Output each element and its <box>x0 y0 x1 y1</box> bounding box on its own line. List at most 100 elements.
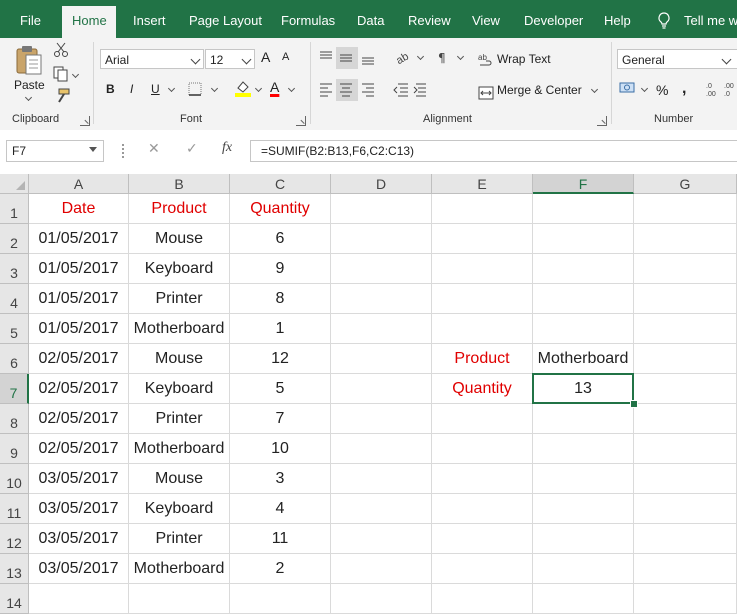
cell-f8[interactable] <box>533 404 634 434</box>
cell-b5[interactable]: Motherboard <box>129 314 230 344</box>
cell-c3[interactable]: 9 <box>230 254 331 284</box>
row-header-13[interactable]: 13 <box>0 554 29 584</box>
cell-d2[interactable] <box>331 224 432 254</box>
cell-d7[interactable] <box>331 374 432 404</box>
merge-center-button[interactable]: Merge & Center <box>497 83 582 97</box>
tab-view[interactable]: View <box>472 6 500 38</box>
cell-b14[interactable] <box>129 584 230 614</box>
cell-b13[interactable]: Motherboard <box>129 554 230 584</box>
cell-b11[interactable]: Keyboard <box>129 494 230 524</box>
underline-dropdown-icon[interactable] <box>167 84 176 93</box>
grow-font-button[interactable]: A <box>261 49 270 65</box>
cell-g1[interactable] <box>634 194 737 224</box>
resize-handle[interactable] <box>122 144 124 160</box>
cell-a7[interactable]: 02/05/2017 <box>29 374 129 404</box>
cell-c14[interactable] <box>230 584 331 614</box>
cell-g3[interactable] <box>634 254 737 284</box>
borders-dropdown-icon[interactable] <box>210 84 219 93</box>
column-header-e[interactable]: E <box>432 174 533 194</box>
cell-a12[interactable]: 03/05/2017 <box>29 524 129 554</box>
accounting-format-icon[interactable] <box>619 80 637 96</box>
cell-g12[interactable] <box>634 524 737 554</box>
cell-f1[interactable] <box>533 194 634 224</box>
cell-e10[interactable] <box>432 464 533 494</box>
column-header-g[interactable]: G <box>634 174 737 194</box>
wrap-text-button[interactable]: Wrap Text <box>497 52 551 66</box>
cell-f14[interactable] <box>533 584 634 614</box>
chevron-down-icon[interactable] <box>721 54 732 65</box>
cell-c6[interactable]: 12 <box>230 344 331 374</box>
cell-g10[interactable] <box>634 464 737 494</box>
italic-button[interactable]: I <box>130 82 133 96</box>
format-painter-icon[interactable] <box>53 88 71 104</box>
tab-insert[interactable]: Insert <box>133 6 166 38</box>
select-all-button[interactable] <box>0 174 29 194</box>
cell-c8[interactable]: 7 <box>230 404 331 434</box>
row-header-6[interactable]: 6 <box>0 344 29 374</box>
cell-d6[interactable] <box>331 344 432 374</box>
column-header-c[interactable]: C <box>230 174 331 194</box>
tab-data[interactable]: Data <box>357 6 384 38</box>
cell-e4[interactable] <box>432 284 533 314</box>
chevron-down-icon[interactable] <box>190 54 201 65</box>
cell-a5[interactable]: 01/05/2017 <box>29 314 129 344</box>
copy-dropdown-icon[interactable] <box>71 70 80 79</box>
row-header-8[interactable]: 8 <box>0 404 29 434</box>
insert-function-icon[interactable]: fx <box>222 140 232 156</box>
cell-c10[interactable]: 3 <box>230 464 331 494</box>
cell-a1[interactable]: Date <box>29 194 129 224</box>
column-header-a[interactable]: A <box>29 174 129 194</box>
cell-c2[interactable]: 6 <box>230 224 331 254</box>
bold-button[interactable]: B <box>106 82 115 96</box>
cell-f7[interactable]: 13 <box>533 374 634 404</box>
row-header-12[interactable]: 12 <box>0 524 29 554</box>
merge-center-icon[interactable] <box>478 86 494 100</box>
tab-formulas[interactable]: Formulas <box>281 6 335 38</box>
cell-b10[interactable]: Mouse <box>129 464 230 494</box>
cell-c13[interactable]: 2 <box>230 554 331 584</box>
cell-f12[interactable] <box>533 524 634 554</box>
cell-f6[interactable]: Motherboard <box>533 344 634 374</box>
row-header-4[interactable]: 4 <box>0 284 29 314</box>
row-header-9[interactable]: 9 <box>0 434 29 464</box>
cell-e6[interactable]: Product <box>432 344 533 374</box>
tab-help[interactable]: Help <box>604 6 631 38</box>
formula-input[interactable]: =SUMIF(B2:B13,F6,C2:C13) <box>250 140 737 162</box>
vertical-align-icons[interactable] <box>318 50 380 66</box>
cell-b3[interactable]: Keyboard <box>129 254 230 284</box>
cell-c11[interactable]: 4 <box>230 494 331 524</box>
cell-d3[interactable] <box>331 254 432 284</box>
cell-d1[interactable] <box>331 194 432 224</box>
fill-color-dropdown-icon[interactable] <box>254 84 263 93</box>
cell-e3[interactable] <box>432 254 533 284</box>
cell-d12[interactable] <box>331 524 432 554</box>
cell-d9[interactable] <box>331 434 432 464</box>
cell-e1[interactable] <box>432 194 533 224</box>
column-header-b[interactable]: B <box>129 174 230 194</box>
shrink-font-button[interactable]: A <box>282 51 289 63</box>
cell-g8[interactable] <box>634 404 737 434</box>
row-header-2[interactable]: 2 <box>0 224 29 254</box>
cell-e13[interactable] <box>432 554 533 584</box>
lightbulb-icon[interactable] <box>657 12 671 30</box>
enter-icon[interactable]: ✓ <box>186 140 198 157</box>
cell-a14[interactable] <box>29 584 129 614</box>
cell-f4[interactable] <box>533 284 634 314</box>
cell-g4[interactable] <box>634 284 737 314</box>
column-header-d[interactable]: D <box>331 174 432 194</box>
paragraph-dropdown-icon[interactable] <box>456 52 465 61</box>
cell-d4[interactable] <box>331 284 432 314</box>
name-box[interactable]: F7 <box>6 140 104 162</box>
paste-dropdown-icon[interactable] <box>24 93 33 102</box>
copy-icon[interactable] <box>53 66 69 82</box>
cell-g9[interactable] <box>634 434 737 464</box>
cell-b8[interactable]: Printer <box>129 404 230 434</box>
cell-e11[interactable] <box>432 494 533 524</box>
cell-g13[interactable] <box>634 554 737 584</box>
cell-f10[interactable] <box>533 464 634 494</box>
alignment-launcher-icon[interactable] <box>597 116 607 126</box>
cell-a4[interactable]: 01/05/2017 <box>29 284 129 314</box>
cell-e8[interactable] <box>432 404 533 434</box>
cell-f9[interactable] <box>533 434 634 464</box>
font-launcher-icon[interactable] <box>296 116 306 126</box>
